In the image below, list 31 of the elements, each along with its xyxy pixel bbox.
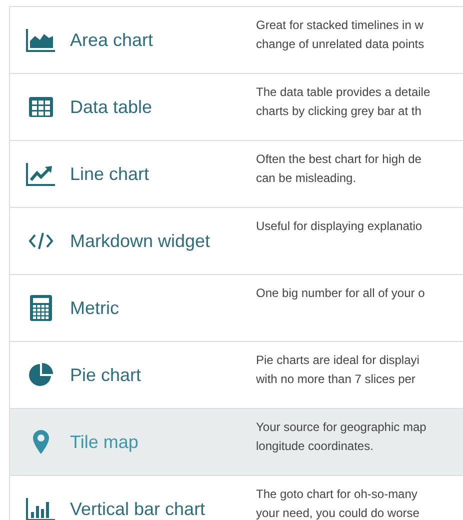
description-line: Often the best chart for high de — [256, 151, 422, 168]
description-line: The data table provides a detaile — [256, 84, 430, 101]
widget-label: Markdown widget — [70, 230, 210, 253]
description-line: Useful for displaying explanatio — [256, 218, 422, 235]
widget-row[interactable]: Tile map Your source for geographic map longitude coordinates. — [10, 409, 463, 476]
description-line: charts by clicking grey bar at th — [256, 103, 422, 120]
widget-label: Tile map — [70, 430, 138, 454]
widget-label: Metric — [70, 296, 119, 320]
widget-label: Line chart — [70, 162, 150, 186]
description-line: Great for stacked timelines in w — [256, 17, 424, 34]
description-line: One big number for all of your o — [256, 285, 425, 302]
widget-label: Vertical bar chart — [70, 498, 206, 520]
widget-label: Data table — [70, 96, 152, 118]
description-line: Pie charts are ideal for displayi — [256, 352, 420, 369]
area-chart-icon — [26, 28, 56, 52]
description-line: with no more than 7 slices per — [256, 371, 416, 388]
widget-label: Area chart — [70, 28, 154, 52]
code-icon — [28, 232, 54, 250]
description-line: can be misleading. — [256, 170, 358, 187]
description-line: The goto chart for oh-so-many — [256, 486, 418, 503]
bar-chart-icon — [26, 497, 56, 520]
widget-label: Pie chart — [70, 364, 142, 386]
description-line: change of unrelated data points — [256, 36, 424, 53]
description-line: longitude coordinates. — [256, 438, 374, 455]
map-pin-icon — [32, 429, 50, 455]
description-line: Your source for geographic map — [256, 419, 426, 436]
calculator-icon — [29, 294, 53, 322]
line-chart-icon — [26, 162, 56, 186]
table-icon — [28, 96, 54, 118]
description-line: your need, you could do worse — [256, 505, 420, 520]
pie-chart-icon — [28, 362, 54, 388]
